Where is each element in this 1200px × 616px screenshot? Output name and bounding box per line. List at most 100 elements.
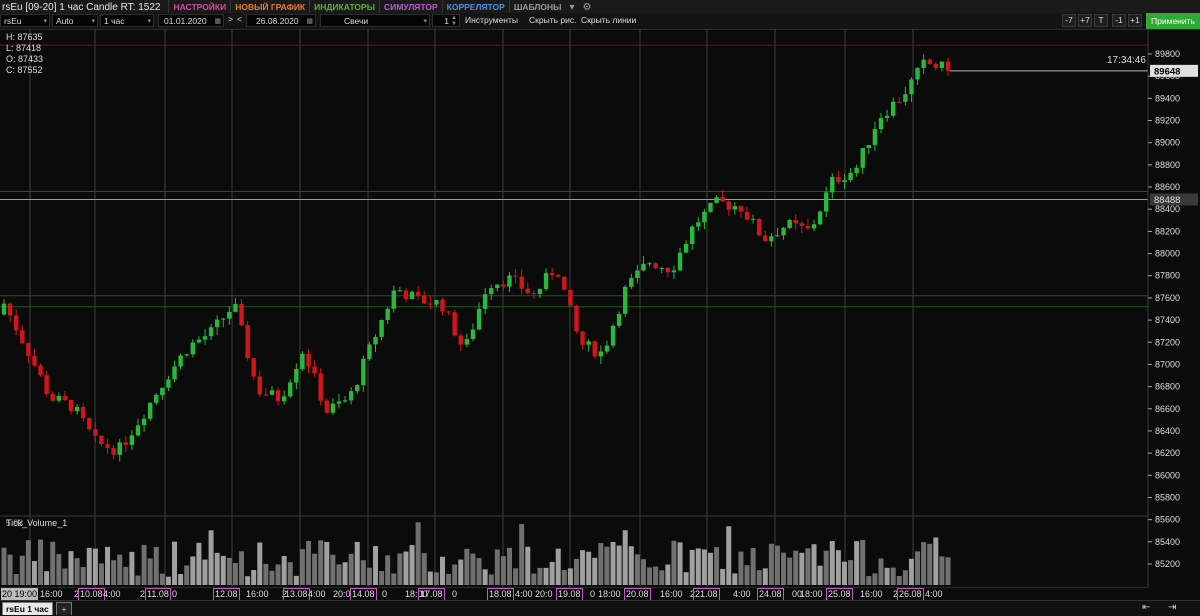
scroll-last-icon[interactable]: ⇥ bbox=[1168, 602, 1176, 614]
volume-bar bbox=[190, 556, 196, 585]
candle-body bbox=[99, 435, 104, 444]
candle-body bbox=[842, 180, 847, 182]
horizontal-levels bbox=[0, 44, 1148, 308]
tab-rseu-1h[interactable]: rsEu 1 час bbox=[2, 602, 53, 615]
nav-next-button[interactable]: > bbox=[226, 14, 235, 27]
volume-bar bbox=[659, 570, 665, 585]
candle-body bbox=[939, 61, 945, 68]
volume-bar bbox=[933, 537, 939, 585]
candle-body bbox=[434, 299, 439, 305]
level-price-label: 88488 bbox=[1154, 195, 1180, 206]
price-chart[interactable]: 8980089600894008920089000888008860088400… bbox=[0, 29, 1200, 587]
volume-bar bbox=[494, 549, 500, 585]
volume-bar bbox=[68, 551, 74, 585]
candle-body bbox=[93, 429, 98, 436]
plus-7-button[interactable]: +7 bbox=[1078, 14, 1092, 27]
scale-select[interactable]: Auto ▾ bbox=[52, 14, 98, 27]
nav-prev-button[interactable]: < bbox=[235, 14, 244, 27]
candle-body bbox=[196, 339, 202, 343]
volume-bar bbox=[178, 574, 184, 585]
volume-bar bbox=[458, 559, 464, 585]
volume-bar bbox=[714, 547, 720, 585]
minus-7-button[interactable]: -7 bbox=[1062, 14, 1076, 27]
volume-bar bbox=[25, 540, 31, 585]
price-tick-label: 89800 bbox=[1155, 49, 1180, 59]
volume-bar bbox=[506, 547, 512, 585]
candle-body bbox=[154, 394, 159, 403]
hide-drawings-button[interactable]: Скрыть рис. bbox=[529, 14, 576, 27]
volume-bar bbox=[141, 544, 147, 585]
count-value: 1 bbox=[444, 16, 449, 26]
candle-body bbox=[367, 344, 372, 359]
volume-bar bbox=[245, 576, 251, 585]
candle-body bbox=[68, 399, 74, 412]
candle-body bbox=[74, 406, 80, 412]
hide-lines-button[interactable]: Скрыть линии bbox=[581, 14, 636, 27]
candle-body bbox=[714, 197, 719, 203]
tools-button[interactable]: Инструменты bbox=[465, 14, 518, 27]
date-from-field[interactable]: 01.01.2020 ▦ bbox=[158, 14, 224, 27]
candle-body bbox=[117, 442, 122, 455]
candle-body bbox=[446, 311, 451, 313]
menu-simulator[interactable]: СИМУЛЯТОР bbox=[379, 0, 442, 14]
symbol-select[interactable]: rsEu ▾ bbox=[0, 14, 50, 27]
volume-bar bbox=[567, 568, 573, 585]
candle-body bbox=[604, 345, 610, 352]
price-tick-label: 89000 bbox=[1155, 138, 1180, 148]
candle-body bbox=[811, 224, 817, 229]
timeframe-select[interactable]: 1 час ▾ bbox=[100, 14, 154, 27]
menu-indicators[interactable]: ИНДИКАТОРЫ bbox=[309, 0, 379, 14]
price-tick-label: 86400 bbox=[1155, 426, 1180, 436]
volume-bar bbox=[153, 546, 159, 585]
volume-bar bbox=[628, 546, 634, 585]
volume-bar bbox=[860, 539, 866, 585]
minus-1-button[interactable]: -1 bbox=[1112, 14, 1126, 27]
volume-bar bbox=[470, 553, 476, 585]
volume-bar bbox=[610, 541, 616, 585]
scale-value: Auto bbox=[56, 16, 74, 26]
add-tab-button[interactable]: + bbox=[56, 602, 72, 615]
volume-bar bbox=[299, 549, 305, 585]
stepper-arrows-icon[interactable]: ▲ ▼ bbox=[451, 15, 457, 26]
calendar-icon[interactable]: ▦ bbox=[214, 15, 221, 26]
candle-body bbox=[257, 376, 262, 395]
gear-icon[interactable]: ⚙ bbox=[578, 2, 595, 13]
candle-body bbox=[915, 68, 920, 80]
volume-bar bbox=[756, 570, 762, 585]
menu-correlator[interactable]: КОРРЕЛЯТОР bbox=[441, 0, 509, 14]
date-to-field[interactable]: 26.08.2020 ▦ bbox=[246, 14, 316, 27]
volume-bar bbox=[263, 563, 269, 585]
candle-body bbox=[763, 235, 768, 242]
count-stepper[interactable]: 1 ▲ ▼ bbox=[432, 14, 460, 27]
price-tick-label: 86200 bbox=[1155, 448, 1180, 458]
volume-bar bbox=[781, 552, 787, 585]
candle-body bbox=[458, 335, 463, 345]
candle-body bbox=[872, 129, 878, 146]
calendar-icon[interactable]: ▦ bbox=[306, 15, 313, 26]
candle-body bbox=[123, 442, 129, 445]
menu-new-chart[interactable]: НОВЫЙ ГРАФИК bbox=[230, 0, 309, 14]
candle-body bbox=[440, 299, 445, 312]
chart-type-select[interactable]: Свечи ▾ bbox=[320, 14, 430, 27]
volume-level-label: 5.93 bbox=[5, 518, 24, 528]
candle-body bbox=[519, 276, 524, 289]
volume-bar bbox=[92, 548, 98, 585]
time-axis[interactable]: 20 19:00 16:00 2 10.08 4:00 2 11.08 0 12.08 16:00… bbox=[0, 587, 1148, 601]
menu-settings[interactable]: НАСТРОЙКИ bbox=[168, 0, 230, 14]
plus-1-button[interactable]: +1 bbox=[1128, 14, 1142, 27]
volume-bar bbox=[854, 541, 860, 585]
apply-button[interactable]: Применить bbox=[1146, 13, 1200, 29]
scroll-first-icon[interactable]: ⇤ bbox=[1142, 602, 1150, 614]
price-tick-label: 87400 bbox=[1155, 315, 1180, 325]
volume-bar bbox=[172, 541, 178, 585]
candle-body bbox=[288, 382, 293, 397]
candle-body bbox=[836, 176, 841, 182]
volume-bar bbox=[647, 567, 653, 585]
price-axis[interactable]: 8980089600894008920089000888008860088400… bbox=[1148, 49, 1180, 569]
menu-templates[interactable]: ШАБЛОНЫ bbox=[508, 0, 566, 14]
volume-bar bbox=[616, 545, 622, 585]
chevron-down-icon[interactable]: ▾ bbox=[565, 2, 578, 13]
t-button[interactable]: T bbox=[1094, 14, 1108, 27]
candle-body bbox=[665, 267, 671, 273]
candle-timer: 17:34:46 bbox=[1107, 55, 1146, 66]
